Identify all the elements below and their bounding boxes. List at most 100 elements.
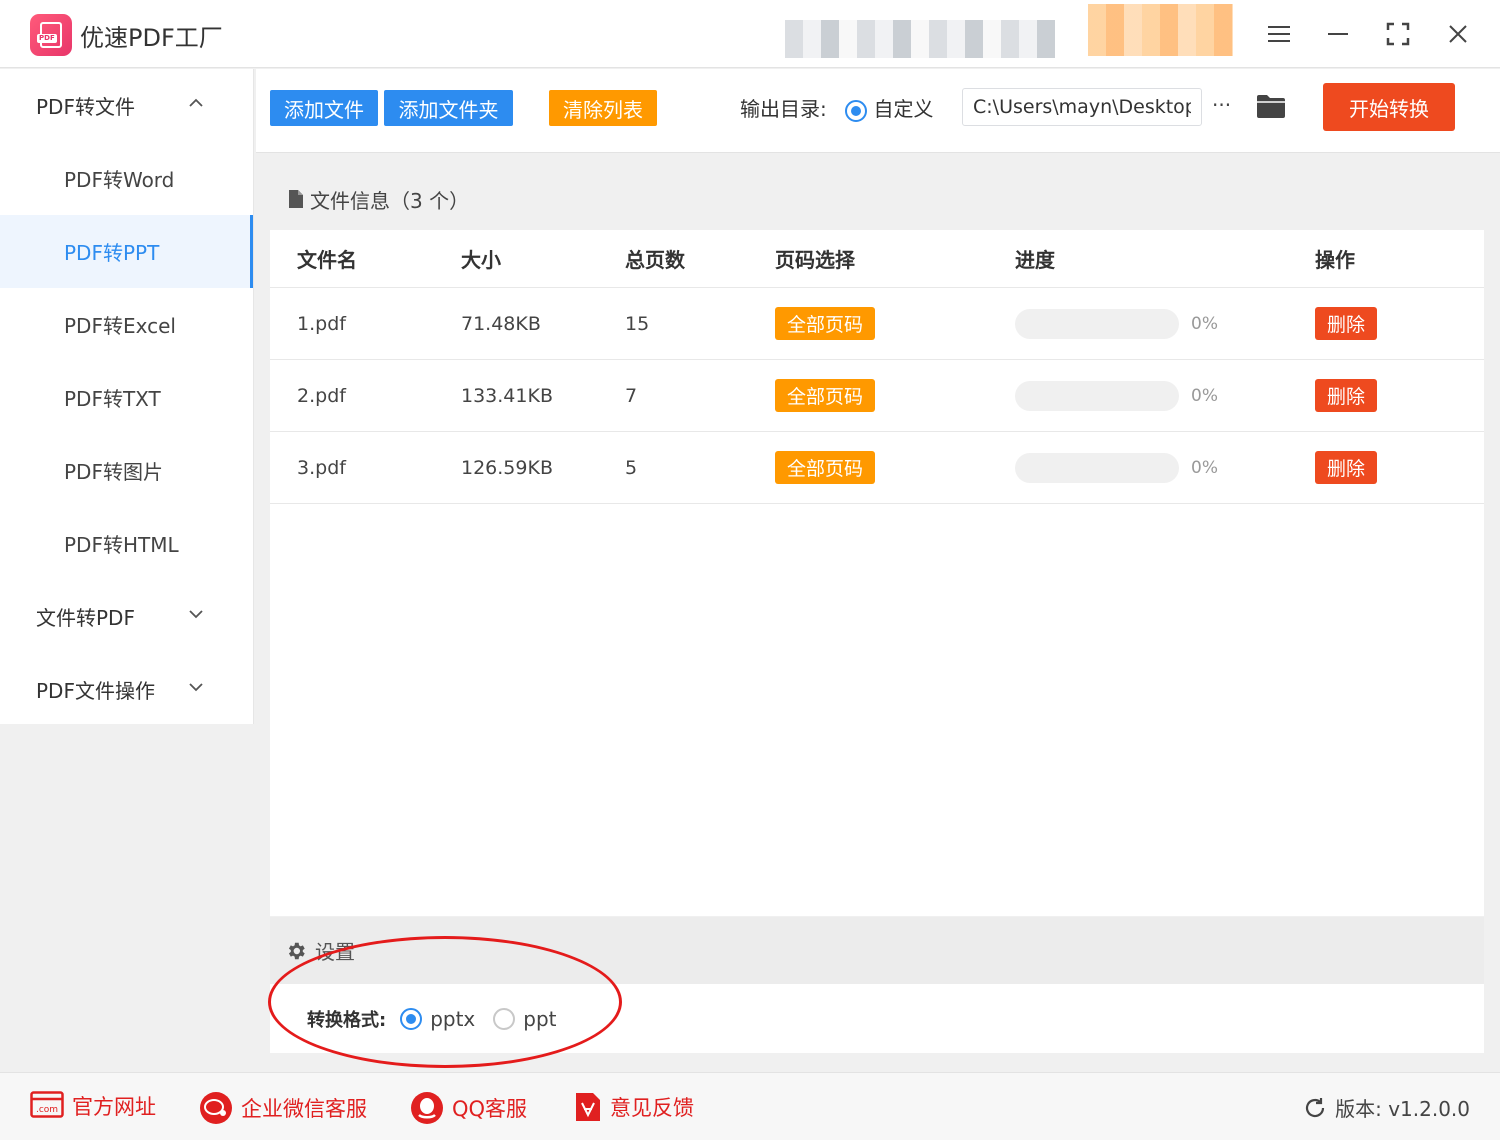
sidebar-group-pdf-operations[interactable]: PDF文件操作 xyxy=(0,653,253,726)
file-name: 2.pdf xyxy=(297,384,346,407)
footer-link-label: QQ客服 xyxy=(452,1097,528,1121)
page-count: 7 xyxy=(625,384,638,407)
page-count: 15 xyxy=(625,312,650,335)
toolbar: 添加文件 添加文件夹 清除列表 输出目录: 自定义 ··· 开始转换 xyxy=(256,69,1500,153)
file-panel-title: 文件信息（3 个） xyxy=(310,188,470,213)
footer: .com 官方网址 企业微信客服 QQ客服 意见反馈 版本: v1.2.0.0 xyxy=(0,1072,1500,1140)
svg-text:.com: .com xyxy=(36,1105,58,1115)
version-text: 版本: v1.2.0.0 xyxy=(1335,1097,1470,1121)
logo-text: PDF xyxy=(37,34,57,43)
sidebar: PDF转文件 PDF转Word PDF转PPT PDF转Excel PDF转TX… xyxy=(0,69,254,724)
sidebar-group-file-to-pdf[interactable]: 文件转PDF xyxy=(0,580,253,653)
delete-button[interactable]: 删除 xyxy=(1315,379,1378,412)
browse-more-button[interactable]: ··· xyxy=(1212,93,1231,117)
column-header: 操作 xyxy=(1315,248,1355,272)
progress-cell: 0% xyxy=(1015,380,1218,411)
sidebar-item-label: PDF转Word xyxy=(64,168,175,192)
page-select-button[interactable]: 全部页码 xyxy=(775,451,876,484)
official-site-link[interactable]: .com 官方网址 xyxy=(30,1091,156,1121)
progress-text: 0% xyxy=(1191,385,1218,406)
sidebar-item-pdf-to-txt[interactable]: PDF转TXT xyxy=(0,361,253,434)
sidebar-item-label: PDF转PPT xyxy=(64,241,160,265)
table-header: 文件名 大小 总页数 页码选择 进度 操作 xyxy=(270,230,1484,288)
refresh-icon xyxy=(1306,1097,1325,1117)
gear-icon xyxy=(288,942,305,959)
add-file-button[interactable]: 添加文件 xyxy=(270,90,378,126)
sidebar-group-pdf-to-file[interactable]: PDF转文件 xyxy=(0,69,253,142)
minimize-icon[interactable] xyxy=(1322,18,1354,50)
radio-selected-icon xyxy=(845,99,868,122)
sidebar-item-pdf-to-ppt[interactable]: PDF转PPT xyxy=(0,215,253,288)
column-header: 文件名 xyxy=(297,248,357,272)
output-custom-label: 自定义 xyxy=(873,97,934,121)
file-name: 1.pdf xyxy=(297,312,346,335)
start-convert-button[interactable]: 开始转换 xyxy=(1323,83,1455,131)
progress-cell: 0% xyxy=(1015,308,1218,339)
column-header: 大小 xyxy=(461,248,501,272)
progress-bar xyxy=(1015,452,1179,483)
table-row: 1.pdf 71.48KB 15 全部页码 0% 删除 xyxy=(270,288,1484,360)
progress-text: 0% xyxy=(1191,457,1218,478)
chevron-up-icon xyxy=(189,98,203,107)
progress-cell: 0% xyxy=(1015,452,1218,483)
title-bar: PDF 优速PDF工厂 xyxy=(0,0,1500,68)
file-panel: 文件信息（3 个） 文件名 大小 总页数 页码选择 进度 操作 1.pdf 71… xyxy=(270,168,1484,916)
delete-button[interactable]: 删除 xyxy=(1315,307,1378,340)
sidebar-item-label: PDF转Excel xyxy=(64,314,176,338)
sidebar-item-pdf-to-word[interactable]: PDF转Word xyxy=(0,142,253,215)
qq-service-link[interactable]: QQ客服 xyxy=(410,1091,527,1125)
footer-link-label: 意见反馈 xyxy=(610,1096,694,1120)
wechat-service-link[interactable]: 企业微信客服 xyxy=(199,1091,367,1125)
output-dir-label: 输出目录: xyxy=(740,97,827,121)
web-icon: .com xyxy=(30,1091,64,1118)
qq-icon xyxy=(411,1092,443,1124)
sidebar-item-label: PDF转TXT xyxy=(64,387,161,411)
file-name: 3.pdf xyxy=(297,456,346,479)
blurred-banner xyxy=(785,20,1055,58)
file-size: 133.41KB xyxy=(461,384,553,407)
sidebar-group-label: PDF文件操作 xyxy=(36,679,155,703)
sidebar-item-pdf-to-excel[interactable]: PDF转Excel xyxy=(0,288,253,361)
footer-link-label: 官方网址 xyxy=(72,1095,156,1119)
sidebar-item-pdf-to-image[interactable]: PDF转图片 xyxy=(0,434,253,507)
output-path-input[interactable] xyxy=(962,88,1202,126)
annotation-circle xyxy=(268,936,622,1068)
chevron-down-icon xyxy=(189,683,203,692)
feedback-icon xyxy=(576,1093,600,1121)
file-panel-header: 文件信息（3 个） xyxy=(270,168,1484,230)
output-custom-radio[interactable]: 自定义 xyxy=(845,97,934,122)
column-header: 进度 xyxy=(1015,248,1055,272)
clear-list-button[interactable]: 清除列表 xyxy=(549,90,657,126)
progress-bar xyxy=(1015,380,1179,411)
pdf-app-icon: PDF xyxy=(30,14,72,56)
table-row: 2.pdf 133.41KB 7 全部页码 0% 删除 xyxy=(270,360,1484,432)
wechat-icon xyxy=(200,1092,232,1124)
close-icon[interactable] xyxy=(1442,18,1474,50)
progress-text: 0% xyxy=(1191,313,1218,334)
delete-button[interactable]: 删除 xyxy=(1315,451,1378,484)
sidebar-item-label: PDF转图片 xyxy=(64,460,163,484)
folder-icon[interactable] xyxy=(1256,93,1286,123)
sidebar-group-label: PDF转文件 xyxy=(36,95,135,119)
file-size: 126.59KB xyxy=(461,456,553,479)
chevron-down-icon xyxy=(189,610,203,619)
add-folder-button[interactable]: 添加文件夹 xyxy=(384,90,513,126)
sidebar-group-label: 文件转PDF xyxy=(36,606,135,630)
maximize-icon[interactable] xyxy=(1382,18,1414,50)
page-count: 5 xyxy=(625,456,638,479)
blurred-ad xyxy=(1088,4,1233,56)
version-info: 版本: v1.2.0.0 xyxy=(1303,1093,1470,1122)
sidebar-item-pdf-to-html[interactable]: PDF转HTML xyxy=(0,507,253,580)
file-icon xyxy=(289,190,303,208)
feedback-link[interactable]: 意见反馈 xyxy=(574,1091,694,1123)
app-title: 优速PDF工厂 xyxy=(80,24,223,52)
page-select-button[interactable]: 全部页码 xyxy=(775,307,876,340)
column-header: 总页数 xyxy=(625,248,685,272)
menu-icon[interactable] xyxy=(1263,18,1295,50)
page-select-button[interactable]: 全部页码 xyxy=(775,379,876,412)
column-header: 页码选择 xyxy=(775,248,855,272)
sidebar-item-label: PDF转HTML xyxy=(64,533,179,557)
progress-bar xyxy=(1015,308,1179,339)
file-size: 71.48KB xyxy=(461,312,541,335)
table-row: 3.pdf 126.59KB 5 全部页码 0% 删除 xyxy=(270,432,1484,504)
